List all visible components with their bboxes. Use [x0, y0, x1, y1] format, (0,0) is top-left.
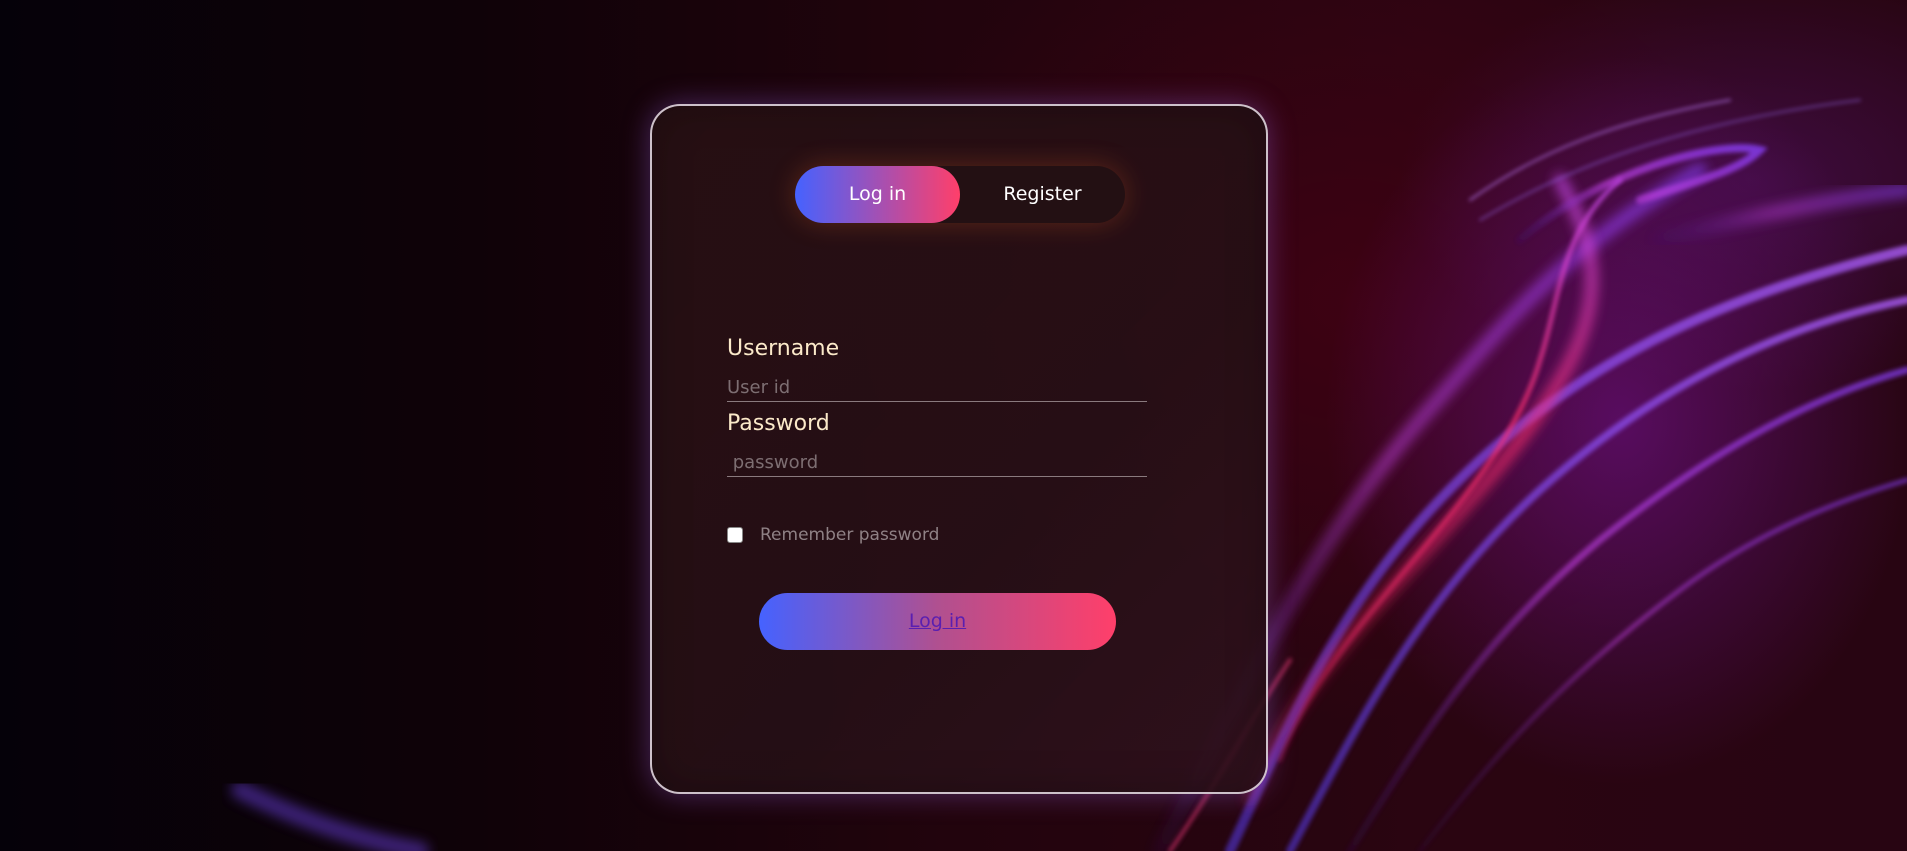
username-input[interactable] [727, 374, 1147, 402]
password-input[interactable] [727, 449, 1147, 477]
login-submit-label: Log in [908, 610, 967, 632]
username-label: Username [727, 336, 840, 361]
tab-login[interactable]: Log in [795, 166, 960, 223]
remember-password-checkbox[interactable] [727, 527, 743, 543]
password-label: Password [727, 411, 830, 436]
remember-password-row: Remember password [727, 524, 939, 546]
auth-mode-toggle: Log in Register [795, 166, 1125, 223]
tab-register[interactable]: Register [960, 166, 1125, 223]
login-card: Log in Register Username Password Rememb… [650, 104, 1268, 794]
remember-password-label: Remember password [760, 525, 940, 545]
login-submit-button[interactable]: Log in [759, 593, 1116, 650]
